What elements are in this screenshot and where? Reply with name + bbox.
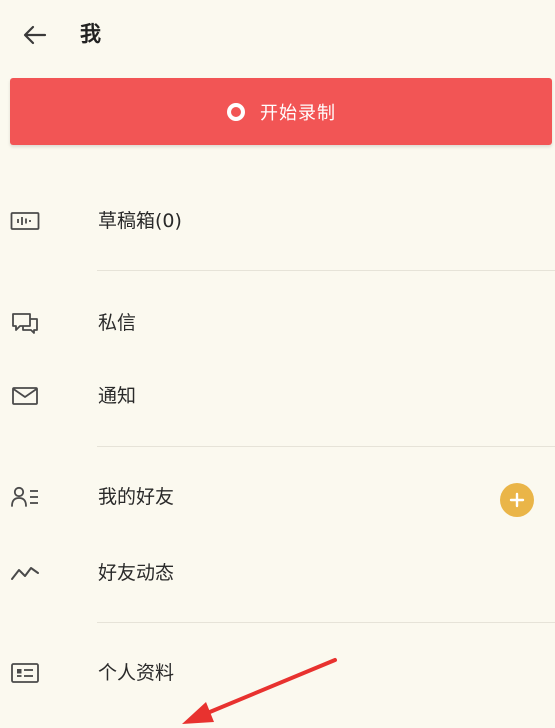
start-recording-label: 开始录制 xyxy=(260,102,336,124)
divider xyxy=(97,622,555,623)
menu-item-label: 我的好友 xyxy=(98,486,175,508)
menu-item-drafts[interactable]: 草稿箱(0) xyxy=(0,193,555,249)
arrow-left-icon xyxy=(23,25,47,45)
menu-item-label: 个人资料 xyxy=(98,662,175,684)
message-chat-icon xyxy=(10,309,40,337)
top-bar: 我 xyxy=(0,0,555,68)
menu-item-label: 通知 xyxy=(98,385,137,407)
menu-item-profile[interactable]: 个人资料 xyxy=(0,645,555,701)
divider xyxy=(97,270,555,271)
mail-envelope-icon xyxy=(10,382,40,410)
friends-list-icon xyxy=(10,483,40,511)
start-recording-button[interactable]: 开始录制 xyxy=(10,78,552,145)
divider xyxy=(97,446,555,447)
menu-item-my-friends[interactable]: 我的好友 xyxy=(0,469,555,525)
activity-trend-icon xyxy=(10,559,40,587)
record-circle-icon xyxy=(226,102,246,122)
plus-icon xyxy=(509,492,525,508)
menu-item-messages[interactable]: 私信 xyxy=(0,295,555,351)
drafts-waveform-icon xyxy=(10,207,40,235)
add-friend-button[interactable] xyxy=(500,483,534,517)
page-title: 我 xyxy=(80,22,101,46)
menu-item-friend-activity[interactable]: 好友动态 xyxy=(0,545,555,601)
menu-item-notifications[interactable]: 通知 xyxy=(0,368,555,424)
back-button[interactable] xyxy=(18,20,52,50)
menu-item-label: 草稿箱(0) xyxy=(98,210,182,232)
profile-card-icon xyxy=(10,659,40,687)
menu-item-label: 好友动态 xyxy=(98,562,175,584)
menu-item-label: 私信 xyxy=(98,312,137,334)
